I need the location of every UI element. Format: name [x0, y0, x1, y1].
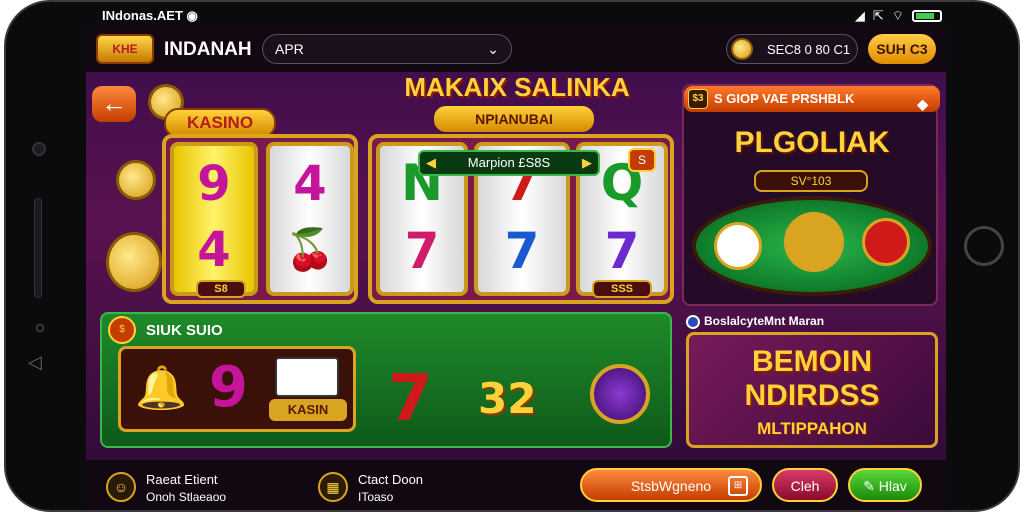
diamond-icon: ◆: [917, 96, 928, 112]
app-name: INDANAH: [164, 39, 252, 60]
seven-symbol: 7: [388, 362, 433, 436]
battery-icon: [912, 10, 942, 22]
status-icons: ◢ ⇱ ⌔: [855, 8, 942, 24]
search-value: APR: [275, 41, 304, 57]
dot-indicator: [36, 324, 44, 332]
search-dropdown[interactable]: APR ⌄: [262, 34, 512, 64]
front-camera-icon: [32, 142, 46, 156]
mini-game-card[interactable]: 🔔 9 KASIN: [118, 346, 356, 432]
bottom-item-event-sub: Onoh Stlaeaoo: [146, 490, 227, 504]
dealer-avatar: [784, 212, 844, 272]
poker-panel-header[interactable]: $3 S GIOP VAE PRSHBLK ◆: [684, 86, 940, 112]
arrow-left-icon: ←: [101, 88, 127, 118]
chevron-down-icon: ⌄: [487, 41, 499, 57]
promo-title: MAKAIX SALINKA: [404, 72, 630, 102]
coin-icon: [116, 160, 156, 200]
top-action-button[interactable]: SUH C3: [868, 34, 936, 64]
pencil-icon: ✎: [863, 478, 875, 494]
poker-panel[interactable]: $3 S GIOP VAE PRSHBLK ◆ PLGOLIAK SV°103: [682, 84, 940, 306]
reel-symbol: 🍒: [285, 227, 335, 273]
status-bar: INdonas.AET ◉ ◢ ⇱ ⌔: [102, 6, 942, 26]
marpion-bar-label: Marpion £S8S: [467, 155, 551, 170]
panel-badge-icon: $3: [688, 89, 708, 109]
reel-symbol: 4: [293, 156, 327, 212]
top-bar: KHE INDANAH APR ⌄ SEC8 0 80 C1 SUH C3: [86, 26, 946, 72]
coin-icon: [731, 38, 753, 60]
app-screen: KHE INDANAH APR ⌄ SEC8 0 80 C1 SUH C3 ← …: [86, 26, 946, 510]
orange-action-label: StsbWgneno: [630, 478, 712, 494]
arrow-left-icon: ◀: [426, 155, 436, 170]
cards-icon: [275, 357, 339, 397]
grid-icon: ▦: [318, 472, 348, 502]
bottom-item-contact-sub: IToaso: [358, 490, 394, 504]
slot-reel: 9 4: [170, 142, 258, 296]
signal-icon: ◢: [854, 8, 865, 23]
red-action-button[interactable]: Cleh: [772, 468, 838, 502]
bonus-banner[interactable]: BEMOIN NDIRDSS MLTIPPAHON: [686, 332, 938, 448]
reel-symbol: 4: [197, 222, 231, 278]
mid-label: BoslalcyteMnt Maran: [686, 314, 824, 329]
player-avatar: [862, 218, 910, 266]
balance-value: SEC8 0 80 C1: [767, 42, 851, 57]
orange-action-button[interactable]: StsbWgneno ⊞: [580, 468, 762, 502]
marpion-bar[interactable]: ◀ Marpion £S8S ▶: [418, 150, 600, 176]
phone-frame: INdonas.AET ◉ ◢ ⇱ ⌔ ◁ KHE INDANAH APR ⌄ …: [4, 0, 1020, 512]
bottom-bar: ☺ Raeat Etient Onoh Stlaeaoo ▦ Ctact Doo…: [86, 460, 946, 510]
reel-symbol: 9: [197, 156, 231, 212]
panel-badge-icon: $: [108, 316, 136, 344]
bonus-line-1: BEMOIN: [752, 345, 872, 378]
bottom-item-event-title: Raeat Etient: [146, 472, 218, 487]
status-carrier: INdonas.AET ◉: [102, 8, 198, 23]
poker-table: [692, 196, 932, 296]
slot-games-panel: $ SIUK SUIO 🔔 9 KASIN 7 32: [100, 312, 672, 448]
reel-symbol: 7: [504, 222, 540, 280]
back-button[interactable]: ←: [92, 86, 136, 122]
balance-display: SEC8 0 80 C1: [726, 34, 858, 64]
app-logo: KHE: [96, 34, 154, 64]
bonus-line-3: MLTIPPAHON: [757, 419, 867, 438]
poker-panel-sub: SV°103: [754, 170, 868, 192]
location-icon: ⇱: [872, 8, 884, 23]
reel-tag: S8: [196, 280, 246, 298]
info-dot-icon: [686, 314, 700, 329]
reel-tag: SSS: [592, 280, 652, 298]
small-action-button[interactable]: S: [628, 148, 656, 172]
reel-symbol: 7: [404, 222, 440, 280]
nine-symbol: 9: [209, 355, 248, 420]
wifi-icon: ⌔: [891, 8, 904, 23]
poker-panel-header-label: S GIOP VAE PRSHBLK: [714, 91, 855, 106]
user-icon: ☺: [106, 472, 136, 502]
green-action-label: Hlav: [878, 478, 907, 494]
bottom-item-contact[interactable]: ▦ Ctact Doon IToaso: [318, 472, 468, 504]
bottom-item-contact-title: Ctact Doon: [358, 472, 424, 487]
coin-stack-icon: [106, 232, 162, 292]
bonus-line-2: NDIRDSS: [744, 379, 880, 412]
promo-subtitle: NPIANUBAI: [434, 106, 594, 132]
bottom-item-event[interactable]: ☺ Raeat Etient Onoh Stlaeaoo: [106, 472, 276, 504]
slot-games-title: SIUK SUIO: [146, 322, 223, 339]
bell-icon: 🔔: [135, 363, 188, 412]
poker-chip-icon: [714, 222, 762, 270]
reel-symbol: 7: [604, 222, 640, 280]
slot-reel: 4 🍒: [266, 142, 354, 296]
home-nav-icon[interactable]: [964, 226, 1004, 266]
speaker-grille: [34, 198, 42, 298]
poker-panel-title: PLGOLIAK: [734, 126, 890, 159]
arrow-right-icon: ▶: [582, 155, 592, 170]
back-nav-icon[interactable]: ◁: [28, 352, 42, 373]
cards-label: KASIN: [269, 399, 347, 421]
casino-chip-icon: [590, 364, 650, 424]
score-symbol: 32: [478, 374, 537, 423]
grid-icon: ⊞: [728, 476, 748, 496]
green-action-button[interactable]: ✎ Hlav: [848, 468, 922, 502]
